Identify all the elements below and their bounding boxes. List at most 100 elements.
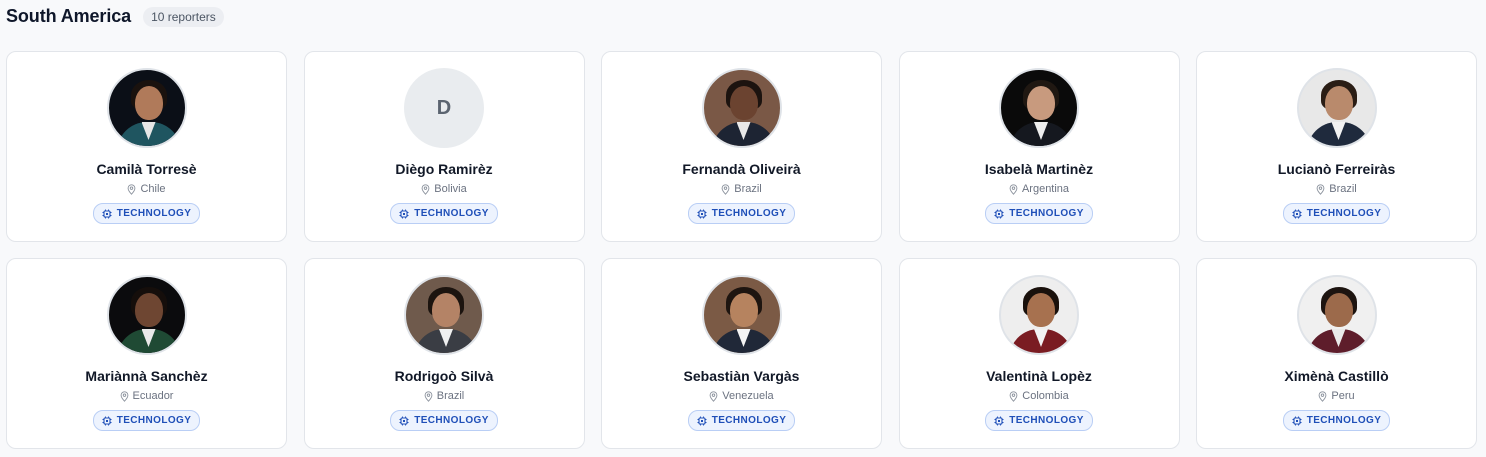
category-tag[interactable]: TECHNOLOGY: [687, 410, 796, 431]
avatar: [106, 275, 187, 355]
tag-label: TECHNOLOGY: [1306, 415, 1382, 426]
category-tag[interactable]: TECHNOLOGY: [92, 203, 201, 224]
reporter-name: Camilà Torresè: [96, 161, 197, 177]
reporter-name: Diègo Ramirèz: [395, 161, 493, 177]
reporter-name: Valentinà Lopèz: [986, 368, 1092, 384]
avatar-face: [1324, 86, 1353, 120]
reporter-name: Isabelà Martinèz: [984, 161, 1094, 177]
reporter-card[interactable]: Rodrigoò Silvà Brazil TECHNOLOGY: [303, 258, 585, 449]
reporter-card[interactable]: Isabelà Martinèz Argentina TECHNOLOGY: [898, 51, 1180, 242]
category-tag[interactable]: TECHNOLOGY: [985, 203, 1093, 224]
avatar-face: [1324, 293, 1353, 327]
reporter-card[interactable]: Lucianò Ferreiràs Brazil TECHNOLOGY: [1196, 51, 1477, 242]
avatar: [106, 68, 187, 148]
tag-label: TECHNOLOGY: [1009, 208, 1084, 219]
category-tag[interactable]: TECHNOLOGY: [390, 410, 498, 431]
avatar: [701, 68, 782, 148]
map-pin-icon: [1009, 390, 1018, 402]
location-text: Ecuador: [132, 390, 174, 402]
reporter-card[interactable]: Valentinà Lopèz Colombia TECHNOLOGY: [898, 258, 1180, 449]
map-pin-icon: [709, 390, 718, 402]
avatar: [999, 68, 1079, 148]
reporter-location: Brazil: [424, 390, 465, 402]
cpu-chip-icon: [399, 209, 409, 218]
category-tag[interactable]: TECHNOLOGY: [985, 410, 1093, 431]
avatar: [1296, 68, 1377, 148]
tag-label: TECHNOLOGY: [711, 208, 787, 219]
avatar-face: [729, 293, 758, 327]
category-tag[interactable]: TECHNOLOGY: [687, 203, 796, 224]
avatar-initial: D: [404, 68, 484, 148]
reporter-card[interactable]: Mariànnà Sanchèz Ecuador TECHNOLOGY: [6, 258, 287, 449]
cpu-chip-icon: [102, 209, 112, 218]
map-pin-icon: [1316, 183, 1325, 195]
avatar: [1296, 275, 1377, 355]
category-tag[interactable]: TECHNOLOGY: [1282, 410, 1391, 431]
reporter-card[interactable]: Ximènà Castillò Peru TECHNOLOGY: [1196, 258, 1477, 449]
reporter-name: Rodrigoò Silvà: [394, 368, 494, 384]
avatar-face: [134, 293, 163, 327]
avatar-face: [134, 86, 163, 120]
avatar: [404, 275, 484, 355]
reporter-name: Ximènà Castillò: [1284, 368, 1389, 384]
avatar-face: [1027, 293, 1055, 327]
map-pin-icon: [1319, 390, 1327, 402]
cpu-chip-icon: [697, 416, 707, 425]
location-text: Venezuela: [722, 390, 774, 402]
map-pin-icon: [721, 183, 730, 195]
cpu-chip-icon: [994, 416, 1004, 425]
reporter-name: Fernandà Oliveirà: [682, 161, 801, 177]
tag-label: TECHNOLOGY: [1306, 208, 1382, 219]
reporter-name: Mariànnà Sanchèz: [85, 368, 208, 384]
avatar-face: [432, 293, 460, 327]
tag-label: TECHNOLOGY: [711, 415, 787, 426]
location-text: Brazil: [734, 183, 762, 195]
reporter-name: Lucianò Ferreiràs: [1277, 161, 1396, 177]
reporter-card[interactable]: D Diègo Ramirèz Bolivia TECHNOLOGY: [303, 51, 585, 242]
tag-label: TECHNOLOGY: [116, 208, 192, 219]
category-tag[interactable]: TECHNOLOGY: [390, 203, 498, 224]
location-text: Bolivia: [434, 183, 467, 195]
location-text: Brazil: [436, 390, 465, 402]
tag-label: TECHNOLOGY: [414, 415, 489, 426]
reporter-count-badge: 10 reporters: [143, 6, 224, 27]
reporter-location: Colombia: [1009, 390, 1069, 402]
cpu-chip-icon: [994, 209, 1004, 218]
cpu-chip-icon: [1292, 416, 1302, 425]
reporter-location: Brazil: [1316, 183, 1357, 195]
reporter-location: Brazil: [721, 183, 762, 195]
section-header: South America 10 reporters: [6, 6, 224, 27]
reporter-name: Sebastiàn Vargàs: [683, 368, 800, 384]
reporter-card[interactable]: Sebastiàn Vargàs Venezuela TECHNOLOGY: [601, 258, 882, 449]
cpu-chip-icon: [399, 416, 409, 425]
map-pin-icon: [421, 183, 430, 195]
location-text: Peru: [1331, 390, 1355, 402]
reporter-location: Argentina: [1009, 183, 1069, 195]
cpu-chip-icon: [697, 209, 707, 218]
map-pin-icon: [120, 390, 128, 402]
map-pin-icon: [1009, 183, 1018, 195]
map-pin-icon: [424, 390, 433, 402]
reporter-card[interactable]: Camilà Torresè Chile TECHNOLOGY: [6, 51, 287, 242]
tag-label: TECHNOLOGY: [414, 208, 489, 219]
map-pin-icon: [128, 183, 136, 195]
reporter-grid: Camilà Torresè Chile TECHNOLOGY D Diègo …: [6, 51, 1477, 449]
tag-label: TECHNOLOGY: [116, 415, 192, 426]
avatar-face: [729, 86, 758, 120]
category-tag[interactable]: TECHNOLOGY: [1282, 203, 1391, 224]
category-tag[interactable]: TECHNOLOGY: [92, 410, 201, 431]
cpu-chip-icon: [1292, 209, 1302, 218]
tag-label: TECHNOLOGY: [1009, 415, 1084, 426]
location-text: Chile: [140, 183, 166, 195]
reporter-location: Bolivia: [421, 183, 467, 195]
reporter-location: Ecuador: [120, 390, 174, 402]
location-text: Brazil: [1329, 183, 1357, 195]
location-text: Argentina: [1021, 183, 1070, 195]
reporter-location: Peru: [1318, 390, 1355, 402]
avatar: [701, 275, 782, 355]
section-title: South America: [6, 6, 132, 26]
reporter-location: Venezuela: [709, 390, 774, 402]
reporter-card[interactable]: Fernandà Oliveirà Brazil TECHNOLOGY: [601, 51, 882, 242]
avatar-face: [1027, 86, 1055, 120]
cpu-chip-icon: [102, 416, 112, 425]
